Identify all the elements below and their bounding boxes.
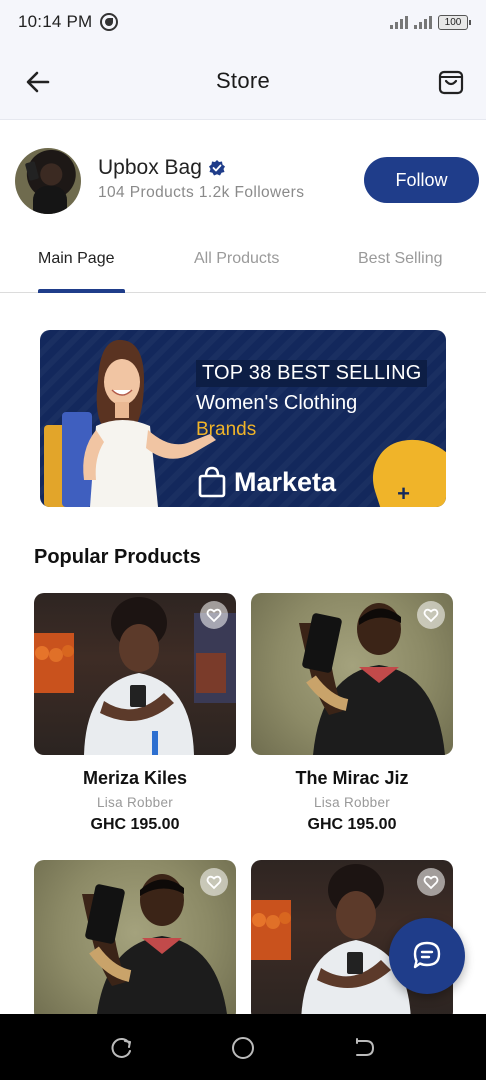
product-seller: Lisa Robber	[313, 795, 391, 810]
shopping-bag-icon	[198, 466, 226, 498]
product-card[interactable]: The Mirac Jiz Lisa Robber GHC 195.00	[251, 593, 453, 834]
followers-count: 1.2k Followers	[198, 184, 305, 201]
tab-all-products[interactable]: All Products	[194, 250, 279, 268]
heart-icon	[206, 875, 222, 890]
store-tabs: Main Page All Products Best Selling	[0, 240, 486, 293]
product-image[interactable]	[251, 593, 453, 755]
favorite-button[interactable]	[417, 868, 445, 896]
heart-icon	[206, 608, 222, 623]
battery-level: 100	[444, 16, 462, 28]
home-icon[interactable]	[231, 1036, 255, 1060]
chat-bubble-icon	[413, 941, 441, 969]
banner-brand: Marketa	[198, 466, 336, 498]
heart-icon	[423, 608, 439, 623]
back-nav-icon[interactable]	[352, 1036, 376, 1060]
product-card[interactable]	[34, 860, 236, 1035]
shopping-bag-icon[interactable]	[436, 66, 466, 96]
chat-button[interactable]	[389, 918, 465, 994]
app-bar: Store	[0, 44, 486, 120]
product-name[interactable]: Meriza Kiles	[34, 768, 236, 789]
product-image[interactable]	[34, 593, 236, 755]
product-price: GHC 195.00	[90, 816, 180, 833]
product-name[interactable]: The Mirac Jiz	[251, 768, 453, 789]
banner-headline: TOP 38 BEST SELLING	[196, 360, 428, 387]
store-name: Upbox Bag	[98, 156, 202, 179]
banner-subheadline: Women's Clothing	[196, 392, 358, 414]
tab-main-page[interactable]: Main Page	[38, 250, 115, 268]
recent-apps-icon[interactable]	[110, 1036, 134, 1060]
heart-icon	[423, 875, 439, 890]
status-bar: 10:14 PM 100	[0, 0, 486, 44]
store-avatar[interactable]	[15, 148, 81, 214]
favorite-button[interactable]	[200, 868, 228, 896]
signal-icon-2	[414, 15, 432, 29]
section-title: Popular Products	[34, 546, 201, 568]
battery-icon: 100	[438, 14, 471, 30]
tab-indicator	[38, 289, 125, 293]
banner-plus: +	[397, 481, 410, 506]
status-indicators: 100	[390, 14, 471, 30]
store-stats: 104 Products 1.2k Followers	[98, 184, 304, 202]
promo-banner[interactable]: TOP 38 BEST SELLING Women's Clothing Bra…	[40, 330, 446, 507]
store-profile: Upbox Bag 104 Products 1.2k Followers Fo…	[0, 120, 486, 240]
notification-app-icon	[100, 13, 119, 31]
product-price: GHC 195.00	[307, 816, 397, 833]
verified-badge-icon	[208, 160, 225, 176]
product-seller: Lisa Robber	[96, 795, 174, 810]
products-count: 104 Products	[98, 184, 195, 201]
favorite-button[interactable]	[200, 601, 228, 629]
favorite-button[interactable]	[417, 601, 445, 629]
product-image[interactable]	[34, 860, 236, 1022]
follow-button[interactable]: Follow	[364, 157, 479, 203]
product-card[interactable]: Meriza Kiles Lisa Robber GHC 195.00	[34, 593, 236, 834]
store-name-row: Upbox Bag	[98, 156, 226, 180]
system-nav-bar	[0, 1014, 486, 1080]
banner-tagline: Brands	[196, 419, 257, 440]
signal-icon	[390, 15, 408, 29]
page-title: Store	[215, 68, 271, 93]
banner-brand-name: Marketa	[234, 466, 337, 497]
tab-best-selling[interactable]: Best Selling	[358, 250, 443, 268]
status-time: 10:14 PM	[18, 12, 93, 31]
